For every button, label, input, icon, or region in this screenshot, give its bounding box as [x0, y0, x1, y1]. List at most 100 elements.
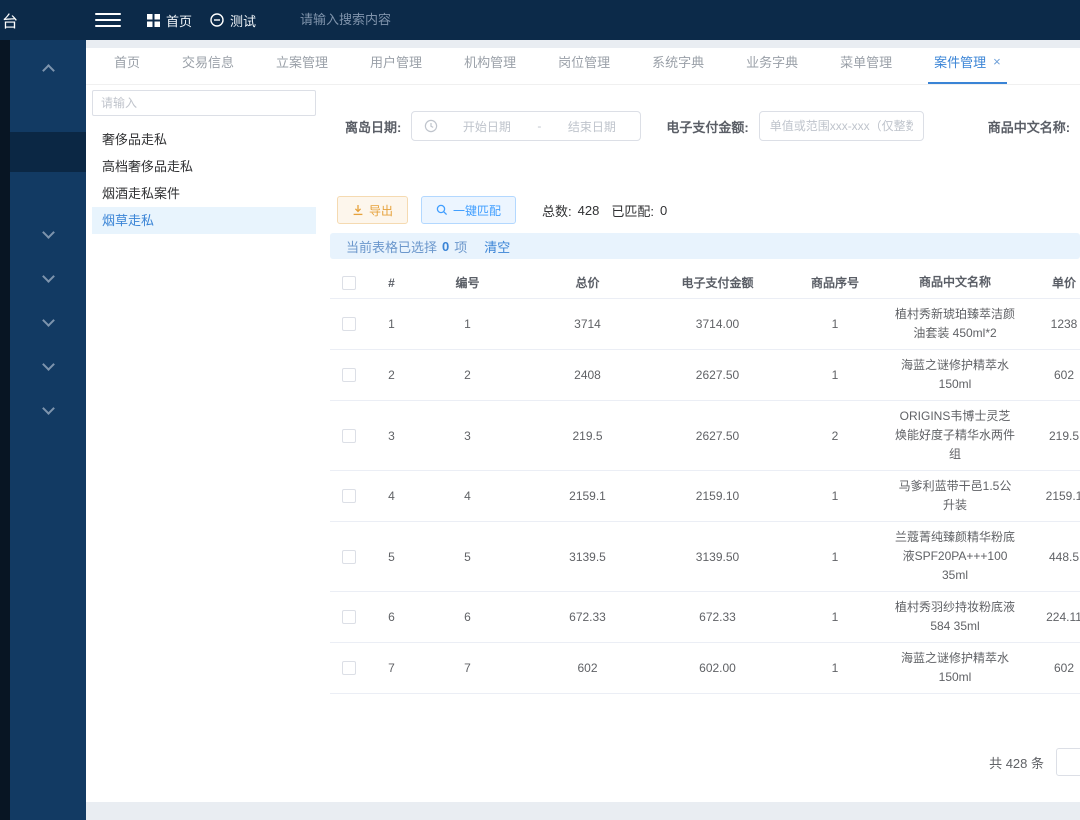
- matched-value: 0: [660, 203, 667, 218]
- tab[interactable]: 用户管理: [364, 52, 428, 84]
- table-row: 5 5 3139.5 3139.50 1 兰蔻菁纯臻颜精华粉底液SPF20PA+…: [330, 522, 1080, 592]
- cell-unit-price: 1238: [1020, 311, 1080, 337]
- global-search-input[interactable]: [300, 12, 460, 27]
- column-header-code[interactable]: 编号: [415, 268, 520, 297]
- category-list-item[interactable]: 烟酒走私案件: [92, 180, 316, 207]
- count-summary: 总数: 428 已匹配: 0: [542, 201, 667, 220]
- sidebar-active-item[interactable]: [10, 132, 86, 172]
- page-size-select[interactable]: [1056, 748, 1080, 776]
- grid-icon: [147, 14, 160, 27]
- tab[interactable]: 机构管理: [458, 52, 522, 84]
- table-body: 1 1 3714 3714.00 1 植村秀新琥珀臻萃洁颜油套装 450ml*2…: [330, 299, 1080, 710]
- cell-unit-price: 448.5: [1020, 544, 1080, 570]
- cell-total-price: 3714: [520, 311, 655, 337]
- page-background: 首页 交易信息 立案管理 用户管理 机构管理 岗位管理 系统字典 业务字典 菜单…: [86, 40, 1080, 820]
- clock-icon: [424, 119, 438, 133]
- chevron-down-icon: [42, 270, 55, 283]
- tab[interactable]: 业务字典: [740, 52, 804, 84]
- cell-total-price: 219.5: [520, 423, 655, 449]
- tab[interactable]: 交易信息: [176, 52, 240, 84]
- column-header-unit[interactable]: 单价: [1020, 268, 1080, 297]
- cell-code: 3: [415, 423, 520, 449]
- row-checkbox[interactable]: [342, 610, 356, 624]
- row-checkbox[interactable]: [342, 317, 356, 331]
- cell-product-seq: 1: [780, 483, 890, 509]
- cell-product-name: 植村秀羽纱持妆粉底液 584 35ml: [890, 592, 1020, 642]
- cell-index: 5: [368, 544, 415, 570]
- row-checkbox[interactable]: [342, 368, 356, 382]
- sidebar-group-3[interactable]: [10, 300, 86, 344]
- cell-code: 6: [415, 604, 520, 630]
- table-footer: 共 428 条: [330, 748, 1080, 776]
- date-range-picker[interactable]: 开始日期 - 结束日期: [411, 111, 641, 141]
- cell-total-price: 3139.5: [520, 544, 655, 570]
- tab[interactable]: 立案管理: [270, 52, 334, 84]
- sidebar-group-1[interactable]: [10, 212, 86, 256]
- table-row: 3 3 219.5 2627.50 2 ORIGINS韦博士灵芝焕能好度子精华水…: [330, 401, 1080, 471]
- select-all-checkbox[interactable]: [342, 276, 356, 290]
- category-list-item[interactable]: 烟草走私: [92, 207, 316, 234]
- amount-filter-input[interactable]: [759, 111, 924, 141]
- tab-label: 案件管理: [934, 52, 986, 71]
- tab-close-icon[interactable]: ×: [993, 55, 1001, 68]
- cell-unit-price: 180.45: [1020, 706, 1080, 710]
- cell-code: 5: [415, 544, 520, 570]
- filter-row: 离岛日期: 开始日期 - 结束日期 电子支付金额: [330, 85, 1080, 141]
- column-header-index[interactable]: #: [368, 270, 415, 296]
- global-search: [300, 11, 460, 29]
- table-header-row: # 编号 总价 电子支付金额 商品序号 商品中文名称 单价: [330, 267, 1080, 299]
- row-checkbox[interactable]: [342, 429, 356, 443]
- tab[interactable]: 菜单管理: [834, 52, 898, 84]
- category-list-item[interactable]: 高档奢侈品走私: [92, 153, 316, 180]
- sidebar-group-5[interactable]: [10, 388, 86, 432]
- tab-label: 交易信息: [182, 52, 234, 71]
- search-icon: [436, 204, 448, 216]
- tab[interactable]: 系统字典: [646, 52, 710, 84]
- date-end-placeholder[interactable]: 结束日期: [543, 118, 640, 135]
- cell-code: 2: [415, 362, 520, 388]
- main-panel: 首页 交易信息 立案管理 用户管理 机构管理 岗位管理 系统字典 业务字典 菜单…: [86, 48, 1080, 802]
- category-search-input[interactable]: [92, 90, 316, 116]
- cell-product-name: ORIGINS韦博士灵芝焕能好度子精华水两件组: [890, 401, 1020, 470]
- cell-epay-amount: 1004.58: [655, 706, 780, 710]
- tab[interactable]: 案件管理 ×: [928, 52, 1007, 84]
- cell-code: 4: [415, 483, 520, 509]
- filter-name-group: 商品中文名称:: [988, 111, 1080, 141]
- hamburger-menu-icon[interactable]: [95, 9, 121, 31]
- row-checkbox[interactable]: [342, 661, 356, 675]
- cell-total-price: 2159.1: [520, 483, 655, 509]
- topmenu-test-label: 测试: [230, 11, 256, 30]
- table-row: 2 2 2408 2627.50 1 海蓝之谜修护精萃水 150ml 602: [330, 350, 1080, 401]
- cell-index: 3: [368, 423, 415, 449]
- sidebar-group-4[interactable]: [10, 344, 86, 388]
- table-row: 1 1 3714 3714.00 1 植村秀新琥珀臻萃洁颜油套装 450ml*2…: [330, 299, 1080, 350]
- cell-total-price: 2408: [520, 362, 655, 388]
- one-click-match-button[interactable]: 一键匹配: [421, 196, 516, 224]
- topmenu-home[interactable]: 首页: [147, 11, 192, 30]
- column-header-seq[interactable]: 商品序号: [780, 268, 890, 297]
- date-filter-label: 离岛日期:: [345, 117, 401, 136]
- cell-index: 1: [368, 311, 415, 337]
- column-header-epay[interactable]: 电子支付金额: [655, 268, 780, 297]
- date-start-placeholder[interactable]: 开始日期: [438, 118, 535, 135]
- column-header-total[interactable]: 总价: [520, 268, 655, 297]
- export-button[interactable]: 导出: [337, 196, 408, 224]
- clear-selection-link[interactable]: 清空: [484, 237, 510, 256]
- category-list-item[interactable]: 奢侈品走私: [92, 126, 316, 153]
- cell-unit-price: 602: [1020, 655, 1080, 681]
- download-icon: [352, 204, 364, 216]
- column-header-name[interactable]: 商品中文名称: [890, 267, 1020, 298]
- cell-epay-amount: 672.33: [655, 604, 780, 630]
- cell-epay-amount: 2627.50: [655, 423, 780, 449]
- tab[interactable]: 岗位管理: [552, 52, 616, 84]
- topmenu-test[interactable]: 测试: [210, 11, 256, 30]
- row-checkbox[interactable]: [342, 489, 356, 503]
- table-toolbar: 导出 一键匹配 总数: 428 已匹配: 0: [330, 196, 1080, 224]
- cell-product-seq: 1: [780, 604, 890, 630]
- cell-total-price: 672.33: [520, 604, 655, 630]
- category-item-label: 烟酒走私案件: [102, 186, 180, 201]
- row-checkbox[interactable]: [342, 550, 356, 564]
- sidebar-group-2[interactable]: [10, 256, 86, 300]
- tab[interactable]: 首页: [108, 52, 146, 84]
- sidebar-collapse-item[interactable]: [10, 46, 86, 90]
